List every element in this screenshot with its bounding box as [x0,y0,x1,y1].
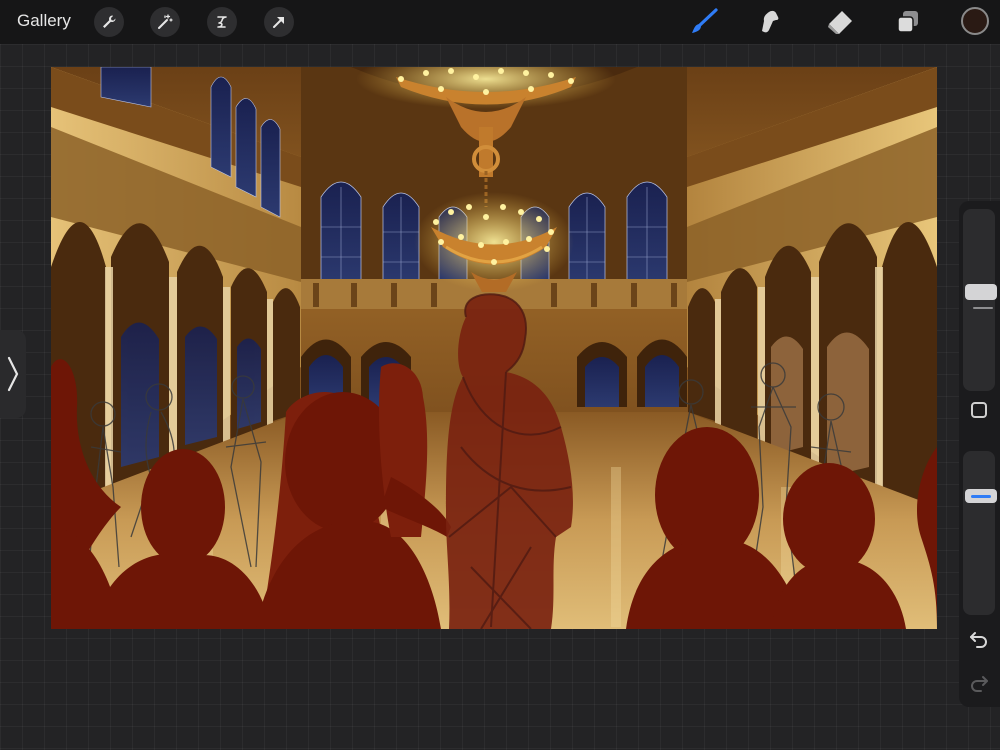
transform-arrow-icon [273,17,284,28]
layers-button[interactable] [893,8,923,36]
brush-tool-button[interactable] [689,8,719,36]
selection-button[interactable] [207,7,237,37]
brush-icon [692,8,718,33]
modify-square-icon[interactable] [971,402,987,418]
smudge-icon [762,10,779,33]
eraser-icon [828,11,852,34]
magic-wand-icon [158,14,173,29]
top-toolbar: Gallery [0,0,1000,44]
brush-size-slider[interactable] [963,209,997,391]
color-picker-button[interactable] [961,7,989,35]
redo-icon [971,676,988,692]
undo-button[interactable] [969,630,989,648]
smudge-tool-button[interactable] [756,8,786,36]
brush-size-thumb[interactable] [965,284,997,300]
actions-button[interactable] [94,7,124,37]
right-sidebar [959,201,1000,707]
ballroom-painting [51,67,937,629]
gallery-button[interactable]: Gallery [17,11,71,31]
brush-opacity-thumb[interactable] [965,489,997,503]
undo-icon [970,632,987,648]
adjustments-button[interactable] [150,7,180,37]
sidebar-toggle-handle[interactable] [0,330,26,418]
wrench-icon [103,15,116,28]
chevron-right-icon [7,356,19,392]
transform-button[interactable] [264,7,294,37]
artwork-canvas[interactable] [51,67,937,629]
brush-opacity-slider[interactable] [963,451,997,615]
eraser-tool-button[interactable] [824,8,854,36]
redo-button[interactable] [969,674,989,692]
selection-icon [217,16,227,28]
layers-icon [897,11,918,33]
